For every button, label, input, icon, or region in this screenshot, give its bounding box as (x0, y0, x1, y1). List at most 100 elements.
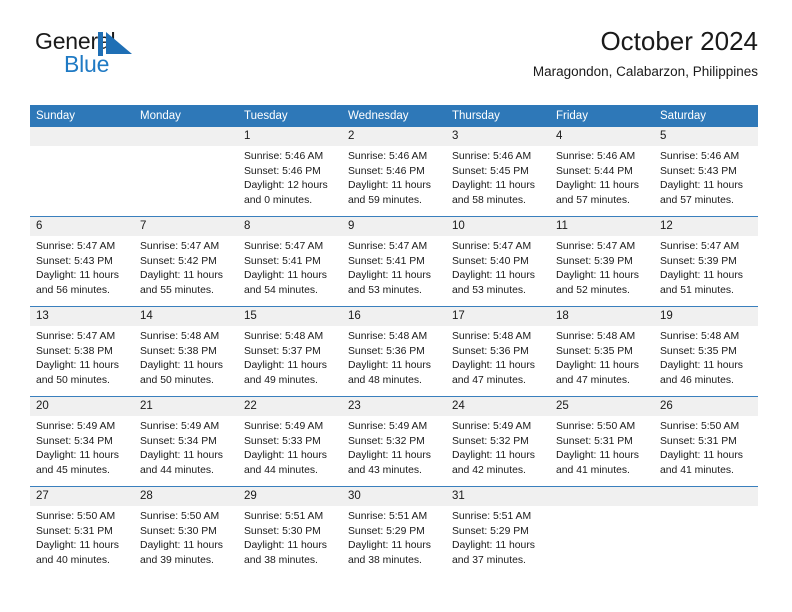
sunrise-text: Sunrise: 5:49 AM (140, 421, 220, 432)
calendar-day-cell[interactable]: 13 Sunrise: 5:47 AM Sunset: 5:38 PM Dayligh… (30, 306, 134, 397)
day-number: 21 (134, 397, 238, 416)
daylight-text-line2: and 0 minutes. (244, 194, 313, 206)
daylight-text-line1: Daylight: 11 hours (348, 270, 431, 282)
daylight-text-line2: and 47 minutes. (556, 374, 630, 386)
day-number: 25 (550, 397, 654, 416)
calendar-day-cell[interactable]: 4 Sunrise: 5:46 AM Sunset: 5:44 PM Daylight… (550, 127, 654, 217)
sunset-text: Sunset: 5:29 PM (348, 525, 425, 537)
calendar-day-cell[interactable]: 19 Sunrise: 5:48 AM Sunset: 5:35 PM Dayligh… (654, 306, 758, 397)
calendar-day-cell-empty (30, 127, 134, 217)
day-details: Sunrise: 5:48 AM Sunset: 5:36 PM Daylight:… (446, 326, 550, 388)
day-details: Sunrise: 5:51 AM Sunset: 5:30 PM Daylight:… (238, 506, 342, 568)
calendar-day-cell[interactable]: 29 Sunrise: 5:51 AM Sunset: 5:30 PM Dayligh… (238, 486, 342, 576)
sunset-text: Sunset: 5:46 PM (244, 165, 321, 177)
calendar-day-cell[interactable]: 25 Sunrise: 5:50 AM Sunset: 5:31 PM Dayligh… (550, 396, 654, 487)
sunrise-text: Sunrise: 5:48 AM (660, 331, 740, 342)
calendar-day-cell[interactable]: 17 Sunrise: 5:48 AM Sunset: 5:36 PM Dayligh… (446, 306, 550, 397)
calendar-day-cell[interactable]: 27 Sunrise: 5:50 AM Sunset: 5:31 PM Dayligh… (30, 486, 134, 576)
calendar-day-cell[interactable]: 20 Sunrise: 5:49 AM Sunset: 5:34 PM Dayligh… (30, 396, 134, 487)
sunrise-text: Sunrise: 5:48 AM (348, 331, 428, 342)
sunrise-text: Sunrise: 5:47 AM (36, 331, 116, 342)
daylight-text-line2: and 56 minutes. (36, 284, 110, 296)
calendar-day-cell[interactable]: 7 Sunrise: 5:47 AM Sunset: 5:42 PM Daylight… (134, 216, 238, 307)
daylight-text-line1: Daylight: 11 hours (244, 450, 327, 462)
sunrise-text: Sunrise: 5:47 AM (140, 241, 220, 252)
sunset-text: Sunset: 5:38 PM (140, 345, 217, 357)
weekday-header-tuesday: Tuesday (238, 105, 342, 127)
calendar-day-cell[interactable]: 3 Sunrise: 5:46 AM Sunset: 5:45 PM Daylight… (446, 127, 550, 217)
day-details: Sunrise: 5:49 AM Sunset: 5:32 PM Daylight:… (342, 416, 446, 478)
day-details: Sunrise: 5:46 AM Sunset: 5:43 PM Daylight:… (654, 146, 758, 208)
calendar-week-row: 1 Sunrise: 5:46 AM Sunset: 5:46 PM Daylight… (30, 127, 758, 217)
daylight-text-line1: Daylight: 11 hours (348, 450, 431, 462)
calendar-day-cell[interactable]: 12 Sunrise: 5:47 AM Sunset: 5:39 PM Dayligh… (654, 216, 758, 307)
daylight-text-line1: Daylight: 11 hours (36, 450, 119, 462)
day-details: Sunrise: 5:48 AM Sunset: 5:38 PM Daylight:… (134, 326, 238, 388)
daylight-text-line1: Daylight: 11 hours (36, 360, 119, 372)
daylight-text-line1: Daylight: 11 hours (452, 450, 535, 462)
daylight-text-line2: and 58 minutes. (452, 194, 526, 206)
calendar-day-cell[interactable]: 10 Sunrise: 5:47 AM Sunset: 5:40 PM Dayligh… (446, 216, 550, 307)
calendar-day-cell[interactable]: 1 Sunrise: 5:46 AM Sunset: 5:46 PM Daylight… (238, 127, 342, 217)
daylight-text-line2: and 50 minutes. (140, 374, 214, 386)
calendar-day-cell[interactable]: 24 Sunrise: 5:49 AM Sunset: 5:32 PM Dayligh… (446, 396, 550, 487)
daylight-text-line2: and 43 minutes. (348, 464, 422, 476)
calendar-day-cell[interactable]: 21 Sunrise: 5:49 AM Sunset: 5:34 PM Dayligh… (134, 396, 238, 487)
daylight-text-line1: Daylight: 11 hours (660, 270, 743, 282)
day-details: Sunrise: 5:50 AM Sunset: 5:30 PM Daylight:… (134, 506, 238, 568)
day-number: 7 (134, 217, 238, 236)
calendar-day-cell[interactable]: 28 Sunrise: 5:50 AM Sunset: 5:30 PM Dayligh… (134, 486, 238, 576)
calendar-week-row: 13 Sunrise: 5:47 AM Sunset: 5:38 PM Dayligh… (30, 306, 758, 397)
day-details: Sunrise: 5:48 AM Sunset: 5:35 PM Daylight:… (654, 326, 758, 388)
sunrise-text: Sunrise: 5:49 AM (452, 421, 532, 432)
day-details: Sunrise: 5:46 AM Sunset: 5:45 PM Daylight:… (446, 146, 550, 208)
sunset-text: Sunset: 5:32 PM (452, 435, 529, 447)
daylight-text-line1: Daylight: 11 hours (660, 450, 743, 462)
daylight-text-line1: Daylight: 11 hours (452, 540, 535, 552)
sunrise-text: Sunrise: 5:47 AM (348, 241, 428, 252)
calendar-day-cell[interactable]: 23 Sunrise: 5:49 AM Sunset: 5:32 PM Dayligh… (342, 396, 446, 487)
brand-name-secondary: Blue (64, 51, 110, 77)
daylight-text-line2: and 39 minutes. (140, 554, 214, 566)
calendar-day-cell[interactable]: 15 Sunrise: 5:48 AM Sunset: 5:37 PM Dayligh… (238, 306, 342, 397)
day-number: 27 (30, 487, 134, 506)
calendar-day-cell[interactable]: 6 Sunrise: 5:47 AM Sunset: 5:43 PM Daylight… (30, 216, 134, 307)
sunrise-text: Sunrise: 5:47 AM (244, 241, 324, 252)
day-number: 6 (30, 217, 134, 236)
daylight-text-line1: Daylight: 11 hours (244, 540, 327, 552)
day-number: 4 (550, 127, 654, 146)
day-number: 20 (30, 397, 134, 416)
sunset-text: Sunset: 5:30 PM (140, 525, 217, 537)
daylight-text-line1: Daylight: 11 hours (660, 180, 743, 192)
calendar-day-cell[interactable]: 26 Sunrise: 5:50 AM Sunset: 5:31 PM Dayligh… (654, 396, 758, 487)
calendar-day-cell[interactable]: 18 Sunrise: 5:48 AM Sunset: 5:35 PM Dayligh… (550, 306, 654, 397)
calendar-day-cell[interactable]: 14 Sunrise: 5:48 AM Sunset: 5:38 PM Dayligh… (134, 306, 238, 397)
day-number: 3 (446, 127, 550, 146)
day-details: Sunrise: 5:49 AM Sunset: 5:34 PM Daylight:… (30, 416, 134, 478)
brand-logo[interactable]: General Blue (30, 28, 260, 88)
daylight-text-line2: and 37 minutes. (452, 554, 526, 566)
sunset-text: Sunset: 5:34 PM (36, 435, 113, 447)
calendar-day-cell[interactable]: 5 Sunrise: 5:46 AM Sunset: 5:43 PM Daylight… (654, 127, 758, 217)
sunrise-text: Sunrise: 5:49 AM (348, 421, 428, 432)
calendar-day-cell[interactable]: 9 Sunrise: 5:47 AM Sunset: 5:41 PM Daylight… (342, 216, 446, 307)
calendar-day-cell[interactable]: 30 Sunrise: 5:51 AM Sunset: 5:29 PM Dayligh… (342, 486, 446, 576)
day-details: Sunrise: 5:47 AM Sunset: 5:41 PM Daylight:… (342, 236, 446, 298)
day-details: Sunrise: 5:47 AM Sunset: 5:39 PM Daylight:… (550, 236, 654, 298)
calendar-day-cell[interactable]: 16 Sunrise: 5:48 AM Sunset: 5:36 PM Dayligh… (342, 306, 446, 397)
day-number: 2 (342, 127, 446, 146)
daylight-text-line2: and 55 minutes. (140, 284, 214, 296)
sunset-text: Sunset: 5:36 PM (452, 345, 529, 357)
sunset-text: Sunset: 5:36 PM (348, 345, 425, 357)
sunrise-text: Sunrise: 5:48 AM (452, 331, 532, 342)
calendar-day-cell[interactable]: 8 Sunrise: 5:47 AM Sunset: 5:41 PM Daylight… (238, 216, 342, 307)
day-details: Sunrise: 5:47 AM Sunset: 5:40 PM Daylight:… (446, 236, 550, 298)
calendar-day-cell[interactable]: 2 Sunrise: 5:46 AM Sunset: 5:46 PM Daylight… (342, 127, 446, 217)
calendar-day-cell[interactable]: 11 Sunrise: 5:47 AM Sunset: 5:39 PM Dayligh… (550, 216, 654, 307)
daylight-text-line2: and 48 minutes. (348, 374, 422, 386)
daylight-text-line1: Daylight: 11 hours (452, 180, 535, 192)
day-number: 22 (238, 397, 342, 416)
calendar-day-cell[interactable]: 22 Sunrise: 5:49 AM Sunset: 5:33 PM Dayligh… (238, 396, 342, 487)
day-number (550, 487, 654, 506)
calendar-day-cell[interactable]: 31 Sunrise: 5:51 AM Sunset: 5:29 PM Dayligh… (446, 486, 550, 576)
